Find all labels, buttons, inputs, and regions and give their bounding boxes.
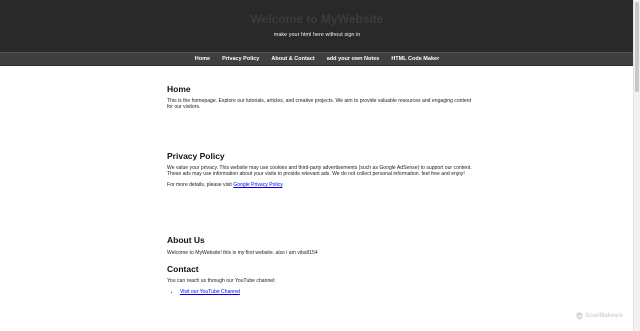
privacy-heading: Privacy Policy [167, 151, 225, 161]
home-heading: Home [167, 84, 191, 94]
privacy-more-text: For more details, please visit Google Pr… [167, 182, 472, 188]
home-text: This is the homepage. Explore our tutori… [167, 98, 471, 111]
scrollbar-thumb[interactable] [635, 2, 639, 92]
contact-list: Visit our YouTube Channel [167, 289, 472, 295]
contact-text: You can reach us through our YouTube cha… [167, 278, 276, 284]
privacy-more-suffix: . [282, 182, 284, 189]
nav-link-html-code-maker[interactable]: HTML Code Maker [385, 53, 445, 65]
privacy-more-prefix: For more details, please visit [167, 182, 234, 189]
site-header: Welcome to MyWebsite make your html here… [0, 0, 634, 52]
page: Welcome to MyWebsite make your html here… [0, 0, 634, 331]
nav-link-about-contact[interactable]: About & Contact [265, 53, 320, 65]
privacy-section: Privacy Policy We value your privacy. Th… [167, 151, 472, 189]
site-subtitle: make your html here without sign in [273, 32, 361, 38]
vertical-scrollbar[interactable] [633, 0, 640, 331]
contact-heading: Contact [167, 264, 199, 274]
nav-link-home[interactable]: Home [189, 53, 216, 65]
site-title: Welcome to MyWebsite [250, 12, 384, 26]
watermark-label: ScanMalware [585, 313, 624, 319]
contact-section: Contact You can reach us through our You… [167, 264, 472, 295]
about-section: About Us Welcome to MyWebsite! this is m… [167, 235, 472, 256]
home-section: Home This is the homepage. Explore our t… [167, 84, 472, 110]
privacy-text: We value your privacy. This website may … [167, 165, 472, 178]
scanmalware-watermark: ScanMalware [576, 312, 623, 320]
main-nav: Home Privacy Policy About & Contact add … [0, 52, 634, 66]
shield-icon [576, 312, 583, 320]
google-privacy-policy-link[interactable]: Google Privacy Policy [233, 182, 282, 188]
list-item: Visit our YouTube Channel [180, 289, 472, 295]
nav-link-notes[interactable]: add your own Notes [321, 53, 386, 65]
youtube-channel-link[interactable]: Visit our YouTube Channel [180, 289, 240, 295]
nav-link-privacy-policy[interactable]: Privacy Policy [216, 53, 265, 65]
about-heading: About Us [167, 235, 205, 245]
about-text: Welcome to MyWebsite! this is my first w… [167, 250, 318, 256]
